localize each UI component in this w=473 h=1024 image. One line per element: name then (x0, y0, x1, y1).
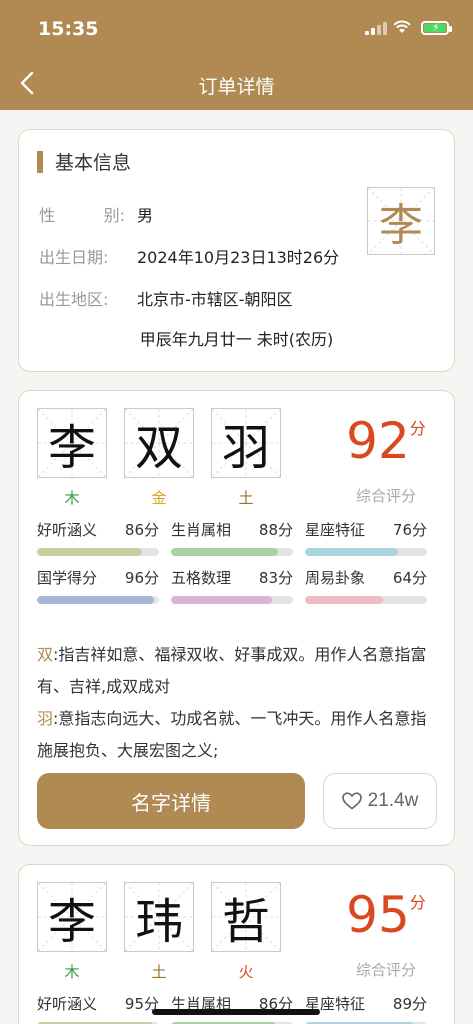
overall-score: 95分 综合评分 (336, 886, 436, 979)
name-char: 李 (47, 894, 96, 950)
element-label: 火 (238, 963, 254, 981)
metric: 五格数理 83分 (171, 567, 293, 604)
element-label: 土 (238, 489, 254, 507)
status-time: 15:35 (38, 18, 99, 40)
metric-label: 周易卦象 (305, 569, 366, 587)
meaning-text: :指吉祥如意、福禄双收、好事成双。用作人名意指富有、吉祥,成双成对 (37, 645, 427, 696)
metric-bar-fill (171, 548, 279, 556)
metric-label: 生肖属相 (171, 521, 232, 539)
name-char: 哲 (221, 894, 270, 950)
name-char: 李 (47, 420, 96, 476)
meaning-char: 羽 (37, 709, 54, 728)
name-meaning: 双:指吉祥如意、福禄双收、好事成双。用作人名意指富有、吉祥,成双成对 羽:意指志… (37, 639, 438, 767)
surname-char: 李 (379, 200, 423, 251)
nav-bar: 订单详情 (0, 56, 473, 110)
metric-bar-fill (37, 548, 142, 556)
metric: 好听涵义 95分 (37, 993, 159, 1024)
metric: 周易卦象 64分 (305, 567, 427, 604)
meaning-line: 双:指吉祥如意、福禄双收、好事成双。用作人名意指富有、吉祥,成双成对 (37, 639, 438, 703)
birth-place-row: 出生地区: 北京市-市辖区-朝阳区 (39, 286, 293, 310)
score-unit: 分 (409, 419, 426, 438)
name-char-box: 双 (124, 408, 194, 478)
metric-value: 83分 (258, 569, 293, 587)
metric-bar (305, 596, 427, 604)
metric-bar-fill (37, 596, 155, 604)
meaning-line: 羽:意指志向远大、功成名就、一飞冲天。用作人名意指施展抱负、大展宏图之义; (37, 703, 438, 767)
lunar-date: 甲辰年九月廿一 未时(农历) (139, 330, 334, 349)
like-count: 21.4w (367, 790, 419, 811)
metric-label: 好听涵义 (37, 995, 98, 1013)
metric: 好听涵义 86分 (37, 519, 159, 556)
element-label: 土 (151, 963, 167, 981)
gender-value: 男 (137, 206, 154, 225)
name-detail-button[interactable]: 名字详情 (37, 773, 305, 829)
overall-score: 92分 综合评分 (336, 412, 436, 505)
birth-date-row: 出生日期: 2024年10月23日13时26分 (39, 244, 339, 268)
metric-label: 好听涵义 (37, 521, 98, 539)
metric-value: 64分 (392, 569, 427, 587)
cellular-signal-icon (365, 22, 387, 35)
birth-date-value: 2024年10月23日13时26分 (137, 248, 340, 267)
metric-bar (305, 548, 427, 556)
metric-label: 国学得分 (37, 569, 98, 587)
birth-place-value: 北京市-市辖区-朝阳区 (137, 290, 293, 309)
name-char-box: 李 (37, 408, 107, 478)
battery-icon: ⚡ (421, 21, 452, 35)
section-accent-bar (37, 150, 43, 173)
name-char-box: 玮 (124, 882, 194, 952)
score-label: 综合评分 (355, 961, 416, 979)
element-label: 木 (64, 489, 80, 507)
meaning-char: 双 (37, 645, 54, 664)
name-char-box: 羽 (211, 408, 281, 478)
name-char: 双 (134, 420, 183, 476)
metric-label: 星座特征 (305, 521, 366, 539)
page-title: 订单详情 (198, 76, 275, 98)
birth-place-label: 出生地区: (39, 290, 109, 309)
score-value: 92 (346, 412, 410, 470)
metric-value: 96分 (124, 569, 159, 587)
gender-label: 性别: (39, 206, 125, 225)
like-button[interactable]: 21.4w (323, 773, 437, 829)
metric-value: 76分 (392, 521, 427, 539)
wifi-icon (393, 20, 411, 33)
score-label: 综合评分 (355, 487, 416, 505)
element-label: 木 (64, 963, 80, 981)
section-title: 基本信息 (55, 152, 132, 174)
status-bar: 15:35 ⚡ (0, 0, 473, 56)
name-char: 玮 (134, 894, 183, 950)
score-value: 95 (346, 886, 410, 944)
metric: 星座特征 89分 (305, 993, 427, 1024)
metric-label: 五格数理 (171, 569, 232, 587)
score-unit: 分 (409, 893, 426, 912)
metric-bar (37, 548, 159, 556)
section-header: 基本信息 (37, 148, 131, 175)
metric-bar (171, 596, 293, 604)
metric-bar (37, 596, 159, 604)
metric-value: 86分 (124, 521, 159, 539)
name-card[interactable]: 李 双 羽 木 金 土 92分 综合评分 好听涵义 86分 生肖属相 88分 星座特… (18, 390, 455, 846)
birth-date-label: 出生日期: (39, 248, 109, 267)
metric: 星座特征 76分 (305, 519, 427, 556)
metric-bar-fill (305, 596, 384, 604)
surname-char-box: 李 (367, 187, 435, 255)
heart-icon (341, 792, 362, 810)
name-char-box: 李 (37, 882, 107, 952)
element-label: 金 (151, 489, 167, 507)
metric-value: 89分 (392, 995, 427, 1013)
metric-bar-fill (171, 596, 273, 604)
name-char-box: 哲 (211, 882, 281, 952)
metric: 生肖属相 88分 (171, 519, 293, 556)
name-char: 羽 (221, 420, 270, 476)
metric: 国学得分 96分 (37, 567, 159, 604)
meaning-text: :意指志向远大、功成名就、一飞冲天。用作人名意指施展抱负、大展宏图之义; (37, 709, 427, 760)
name-card[interactable]: 李 玮 哲 木 土 火 95分 综合评分 好听涵义 95分 生肖属相 86分 星座特… (18, 864, 455, 1024)
home-indicator[interactable] (152, 1009, 320, 1015)
basic-info-card: 基本信息 性别: 男 出生日期: 2024年10月23日13时26分 出生地区:… (18, 129, 455, 372)
metric-bar (171, 548, 293, 556)
metric-bar-fill (305, 548, 398, 556)
gender-row: 性别: 男 (39, 202, 153, 226)
metric-value: 88分 (258, 521, 293, 539)
